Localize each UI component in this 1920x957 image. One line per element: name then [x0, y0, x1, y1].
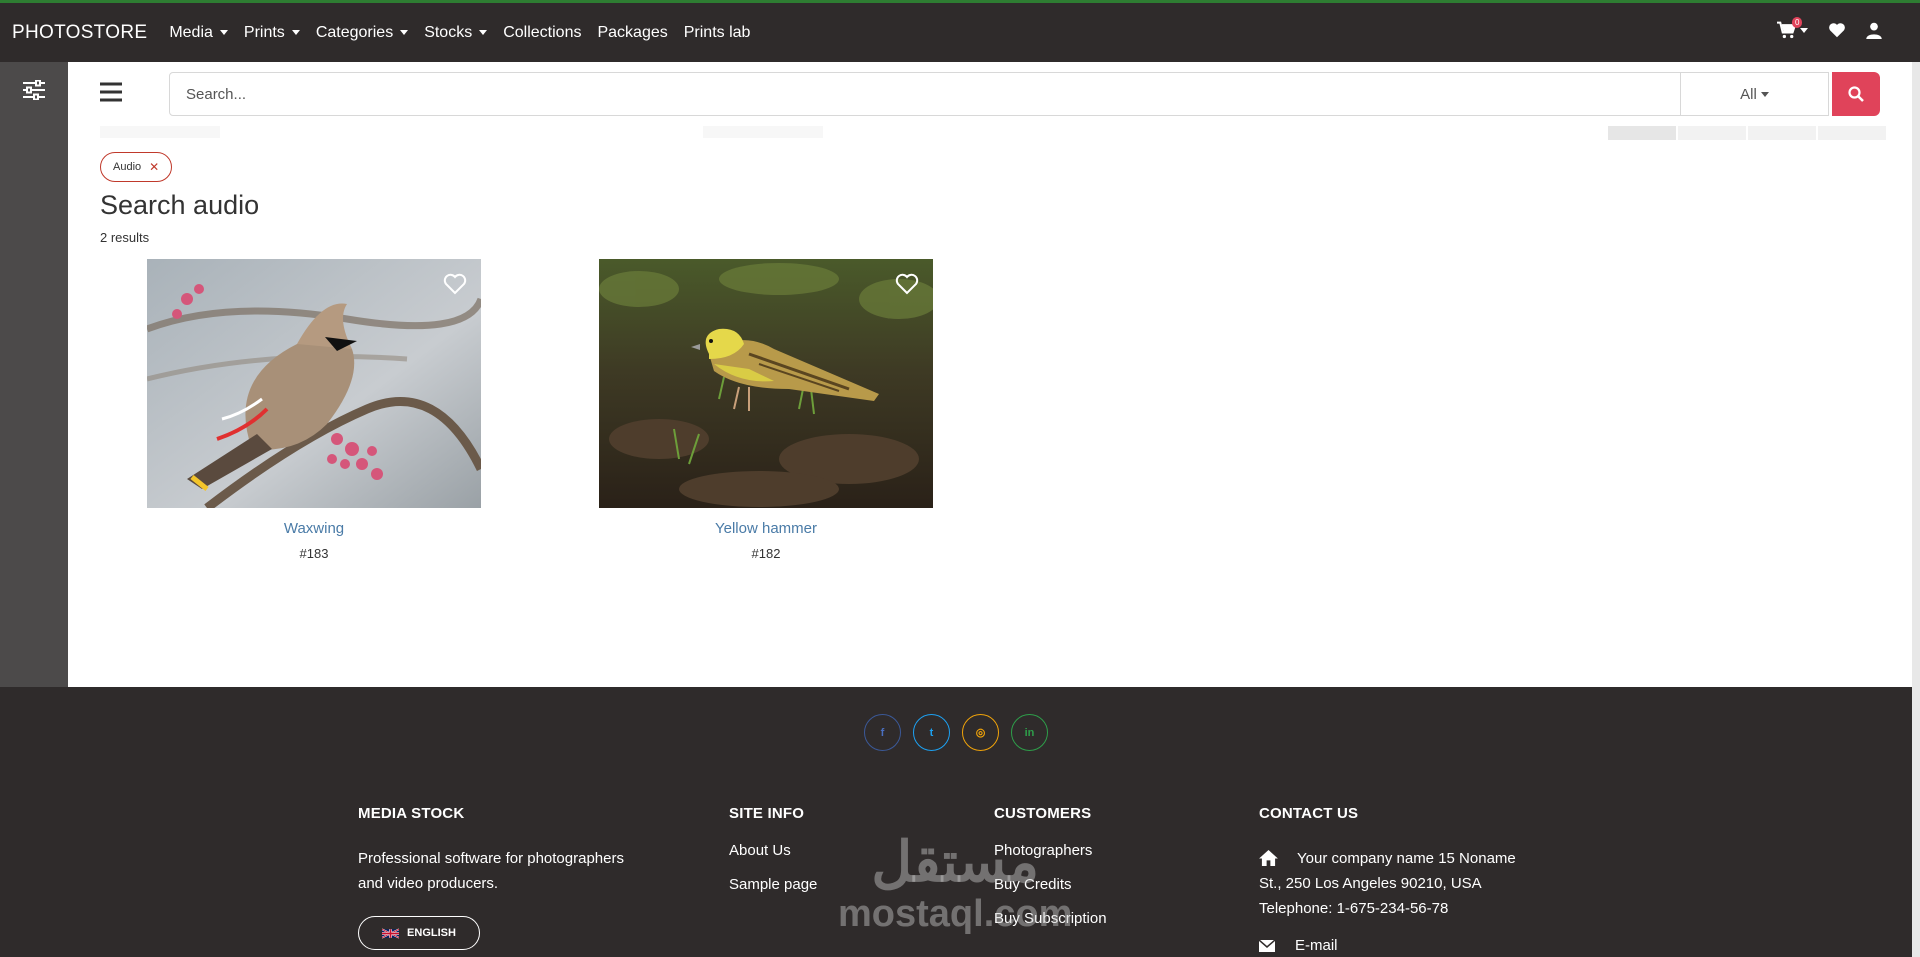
nav-packages-label: Packages [597, 23, 668, 41]
linkedin-icon[interactable]: in [1011, 714, 1048, 751]
item-title-link[interactable]: Waxwing [147, 520, 481, 537]
footer-link-photographers[interactable]: Photographers [994, 843, 1107, 858]
facebook-icon[interactable]: f [864, 714, 901, 751]
close-icon[interactable]: ✕ [149, 160, 159, 174]
contact-telephone: Telephone: 1-675-234-56-78 [1259, 900, 1449, 917]
chevron-down-icon [1760, 91, 1769, 97]
nav-media-label: Media [169, 23, 213, 41]
heart-icon[interactable] [1828, 22, 1846, 38]
sidebar [0, 62, 68, 687]
nav-categories-label: Categories [315, 23, 394, 41]
footer-text: and video producers. [358, 875, 499, 892]
search-scope-label: All [1740, 85, 1757, 103]
footer-heading: CUSTOMERS [994, 805, 1092, 822]
view-grid-large-button[interactable] [1678, 126, 1746, 140]
hamburger-menu-icon[interactable] [100, 82, 122, 102]
photo-yellow-hammer[interactable] [599, 259, 933, 508]
footer-link-sample[interactable]: Sample page [729, 877, 817, 892]
envelope-icon [1259, 940, 1275, 952]
footer-link-about[interactable]: About Us [729, 843, 817, 858]
sort-control-ghost [100, 126, 220, 138]
search-input[interactable] [186, 85, 1680, 103]
search-field [169, 72, 1681, 116]
footer-link-buy-subscription[interactable]: Buy Subscription [994, 911, 1107, 926]
contact-address: Your company name 15 Noname [1259, 846, 1516, 871]
cart-button[interactable]: 0 [1776, 17, 1808, 39]
nav-media[interactable]: Media [169, 24, 228, 42]
view-masonry-button[interactable] [1818, 126, 1886, 140]
nav-stocks-label: Stocks [424, 23, 473, 41]
search-scope-dropdown[interactable]: All [1681, 72, 1829, 116]
footer-heading: MEDIA STOCK [358, 805, 465, 822]
contact-email-label[interactable]: E-mail [1295, 933, 1338, 957]
footer: f t ◎ in MEDIA STOCK Professional softwa… [68, 687, 1912, 957]
item-id: #183 [299, 546, 329, 561]
sliders-icon[interactable] [22, 80, 46, 100]
per-page-control-ghost [703, 126, 823, 138]
filter-chip-label: Audio [113, 161, 142, 173]
uk-flag-icon [382, 927, 400, 939]
contact-address-line1: Your company name 15 Noname [1297, 850, 1516, 867]
view-toggle-group [1608, 126, 1886, 140]
nav-categories[interactable]: Categories [315, 23, 409, 42]
view-list-button[interactable] [1748, 126, 1816, 140]
nav-packages[interactable]: Packages [597, 24, 667, 42]
home-icon [1259, 850, 1278, 866]
chevron-down-icon [1800, 27, 1808, 33]
contact-address-line2: St., 250 Los Angeles 90210, USA [1259, 875, 1482, 892]
favorite-heart-icon[interactable] [443, 273, 467, 295]
footer-customers: CUSTOMERS Photographers Buy Credits Buy … [994, 805, 1107, 940]
nav-prints[interactable]: Prints [244, 24, 300, 42]
header-actions: 0 [1776, 17, 1882, 39]
view-grid-small-button[interactable] [1608, 126, 1676, 140]
favorite-heart-icon[interactable] [895, 273, 919, 295]
item-id: #182 [751, 546, 781, 561]
language-selector[interactable]: ENGLISH [358, 916, 480, 950]
nav-collections[interactable]: Collections [503, 24, 581, 42]
footer-contact: CONTACT US Your company name 15 Noname S… [1259, 805, 1516, 957]
yellow-hammer-image [599, 259, 933, 508]
nav-prints-lab[interactable]: Prints lab [684, 24, 751, 42]
top-navbar: PHOTOSTORE Media Prints Categories Stock… [0, 0, 1920, 62]
nav-prints-lab-label: Prints lab [683, 23, 751, 41]
footer-media-stock: MEDIA STOCK Professional software for ph… [358, 805, 624, 950]
search-button[interactable] [1832, 72, 1880, 116]
filter-chip-audio[interactable]: Audio ✕ [100, 152, 173, 182]
search-bar: All [68, 62, 1912, 126]
result-card: Yellow hammer #182 [599, 259, 933, 561]
result-card: Waxwing #183 [147, 259, 481, 561]
twitter-icon[interactable]: t [913, 714, 950, 751]
footer-link-buy-credits[interactable]: Buy Credits [994, 877, 1107, 892]
waxwing-image [147, 259, 481, 508]
footer-heading: CONTACT US [1259, 805, 1359, 822]
photo-waxwing[interactable] [147, 259, 481, 508]
nav-collections-label: Collections [503, 23, 582, 41]
cart-count-badge: 0 [1792, 17, 1803, 28]
footer-heading: SITE INFO [729, 805, 805, 822]
main-content: All Audio ✕ Search audio 2 results [68, 62, 1912, 687]
chevron-down-icon [479, 30, 488, 35]
contact-email: E-mail [1259, 933, 1516, 957]
instagram-icon[interactable]: ◎ [962, 714, 999, 751]
chevron-down-icon [291, 30, 300, 35]
footer-site-info: SITE INFO About Us Sample page [729, 805, 817, 906]
user-icon[interactable] [1866, 22, 1882, 39]
main-nav: Media Prints Categories Stocks Collectio… [169, 24, 766, 42]
language-label: ENGLISH [407, 927, 456, 939]
brand-logo[interactable]: PHOTOSTORE [12, 22, 147, 44]
page-scrollbar[interactable] [1912, 62, 1920, 957]
chevron-down-icon [219, 30, 228, 35]
social-links: f t ◎ in [864, 714, 1048, 751]
nav-prints-label: Prints [243, 23, 285, 41]
search-icon [1848, 86, 1864, 102]
chevron-down-icon [400, 30, 409, 35]
footer-text: Professional software for photographers [358, 850, 624, 867]
item-title-link[interactable]: Yellow hammer [599, 520, 933, 537]
results-count: 2 results [100, 230, 150, 245]
nav-stocks[interactable]: Stocks [424, 23, 488, 42]
page-title: Search audio [100, 190, 260, 220]
